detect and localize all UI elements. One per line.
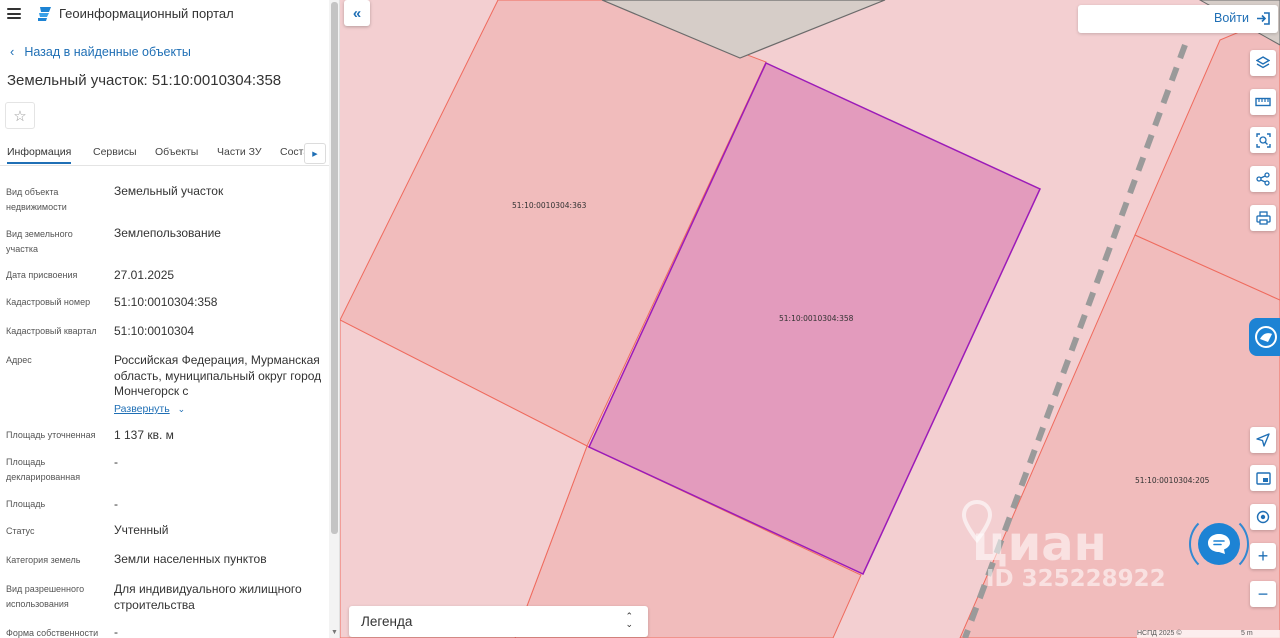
prop-key: Кадастровый номер (6, 297, 91, 307)
plot-label-selected: 51:10:0010304:358 (779, 314, 854, 323)
favorite-button[interactable]: ☆ (5, 102, 35, 129)
watermark-brand: циан (972, 516, 1107, 572)
login-button[interactable]: Войти (1214, 11, 1270, 25)
map-attribution: НСПД 2025 © 5 m (1137, 630, 1280, 638)
share-icon (1256, 172, 1270, 186)
panel-content: Геоинформационный портал ‹ Назад в найде… (0, 0, 329, 638)
prop-value: Для индивидуального жилищного строительс… (114, 582, 302, 612)
prop-value: Учтенный (114, 523, 169, 537)
prop-value: - (114, 455, 118, 469)
login-icon (1257, 11, 1270, 25)
prop-value: 1 137 кв. м (114, 428, 174, 442)
page-title: Земельный участок: 51:10:0010304:358 (7, 72, 282, 89)
service-logo-icon (1255, 326, 1277, 348)
map-canvas[interactable]: 51:10:0010304:363 51:10:0010304:358 51:1… (340, 0, 1280, 638)
geolocation-button[interactable] (1250, 504, 1276, 530)
prop-value: 51:10:0010304:358 (114, 295, 218, 309)
tab-bar: Информация Сервисы Объекты Части ЗУ Сост… (0, 143, 329, 166)
login-label: Войти (1214, 11, 1249, 25)
zoom-in-icon: + (1257, 545, 1269, 566)
attribution-text: НСПД 2025 © (1137, 630, 1182, 637)
prop-value: - (114, 625, 118, 638)
prop-key: Вид земельного участка (6, 229, 73, 254)
prop-key: Площадь декларированная (6, 457, 81, 482)
zoom-out-button[interactable]: − (1250, 581, 1276, 607)
scroll-down-icon[interactable]: ▼ (331, 629, 338, 636)
star-icon: ☆ (13, 107, 27, 125)
plot-label-left: 51:10:0010304:363 (512, 201, 587, 210)
panel-scrollbar[interactable]: ▼ (329, 0, 339, 638)
prop-key: Форма собственности (6, 628, 99, 638)
tab-parts[interactable]: Части ЗУ (217, 146, 262, 158)
prop-key: Кадастровый квартал (6, 326, 97, 336)
ruler-icon (1255, 97, 1271, 107)
sort-arrows-icon: ⌃ ⌄ (625, 611, 633, 629)
prop-key: Вид объекта недвижимости (6, 187, 67, 212)
expand-label: Развернуть (114, 403, 170, 415)
prop-key: Адрес (6, 355, 32, 365)
minimap-icon (1255, 471, 1271, 485)
locate-button[interactable] (1250, 427, 1276, 453)
layers-button[interactable] (1250, 50, 1276, 76)
address-expand-link[interactable]: Развернуть ⌄ (114, 403, 185, 415)
zoom-out-icon: − (1257, 583, 1269, 604)
panel-header: Геоинформационный портал (0, 0, 329, 28)
prop-value: 51:10:0010304 (114, 324, 195, 338)
prop-key: Категория земель (6, 555, 81, 565)
prop-value: - (114, 497, 118, 511)
chat-icon (1208, 534, 1230, 554)
tab-objects[interactable]: Объекты (155, 146, 198, 158)
share-button[interactable] (1250, 166, 1276, 192)
print-button[interactable] (1250, 205, 1276, 231)
info-panel: Геоинформационный портал ‹ Назад в найде… (0, 0, 340, 638)
prop-key: Дата присвоения (6, 270, 78, 280)
prop-key: Статус (6, 526, 35, 536)
prop-key: Площадь уточненная (6, 430, 96, 440)
measure-button[interactable] (1250, 89, 1276, 115)
legend-select[interactable]: Легенда ⌃ ⌄ (349, 606, 648, 637)
chat-button[interactable] (1198, 523, 1240, 565)
back-to-results-link[interactable]: ‹ Назад в найденные объекты (10, 44, 191, 59)
geolocation-icon (1256, 510, 1270, 524)
chevron-down-icon: ⌄ (177, 404, 186, 414)
select-area-icon (1255, 132, 1271, 148)
service-side-tab[interactable] (1249, 318, 1280, 356)
plot-label-right: 51:10:0010304:205 (1135, 476, 1210, 485)
scale-label: 5 m (1241, 630, 1253, 637)
portal-title: Геоинформационный портал (59, 6, 234, 21)
scrollbar-thumb[interactable] (331, 2, 338, 534)
prop-key: Площадь (6, 499, 46, 509)
layers-icon (1256, 56, 1270, 69)
legend-label: Легенда (361, 614, 413, 629)
prop-value: Землепользование (114, 226, 221, 240)
locate-icon (1256, 433, 1270, 447)
prop-value: Земли населенных пунктов (114, 552, 267, 566)
tabs-scroll-right-button[interactable]: ▶ (304, 143, 326, 164)
zoom-in-button[interactable]: + (1250, 543, 1276, 569)
prop-key: Вид разрешенного использования (6, 584, 85, 609)
prop-value: Земельный участок (114, 184, 224, 198)
login-bar: Войти (1078, 5, 1278, 33)
watermark-id: ID 325228922 (986, 566, 1166, 592)
chevron-left-icon: ‹ (10, 44, 15, 59)
select-area-button[interactable] (1250, 127, 1276, 153)
portal-logo-icon (38, 7, 51, 21)
tab-info[interactable]: Информация (7, 146, 72, 164)
collapse-panel-button[interactable]: « (344, 0, 370, 26)
minimap-button[interactable] (1250, 465, 1276, 491)
prop-value: 27.01.2025 (114, 268, 175, 282)
prop-value: Российская Федерация, Мурманская область… (114, 353, 322, 398)
tab-services[interactable]: Сервисы (93, 146, 137, 158)
caret-right-icon: ▶ (312, 150, 318, 158)
print-icon (1255, 211, 1271, 225)
menu-icon[interactable] (7, 8, 21, 19)
back-link-label: Назад в найденные объекты (24, 44, 191, 59)
double-chevron-left-icon: « (352, 4, 362, 22)
